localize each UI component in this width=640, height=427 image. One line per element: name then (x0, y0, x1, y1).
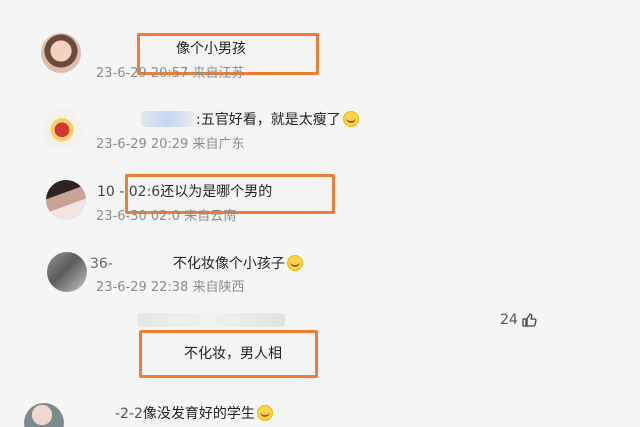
thumbs-up-icon[interactable] (521, 312, 537, 328)
comment-1-text: 像个小男孩 (176, 41, 246, 57)
user-avatar-1[interactable] (41, 33, 81, 73)
user-avatar-5[interactable] (24, 403, 64, 427)
laugh-emoji-icon (256, 405, 273, 421)
comment-5-prefix: -2-2 (115, 406, 143, 422)
comment-4-line: 36- 不化妆像个小孩子 (90, 255, 303, 273)
comment-4-prefix: 36- (90, 256, 113, 272)
comment-2-meta: 23-6-29 20:29 来自广东 (96, 137, 245, 152)
comment-thread-screenshot: 像个小男孩 23-6-29 20:57 来自江苏 :五官好看，就是太瘦了 23-… (0, 0, 640, 427)
comment-3-line: 10 - 02:6还以为是哪个男的 (97, 183, 272, 201)
comment-5-line: -2-2像没发育好的学生 (115, 405, 273, 423)
user-avatar-3[interactable] (46, 180, 86, 220)
blurred-username-2[interactable] (141, 111, 193, 127)
comment-4-text: 不化妆像个小孩子 (172, 256, 285, 272)
comment-3-prefix: 10 - 02:6 (97, 184, 161, 200)
comment-4-meta: 23-6-29 22:38 来自陕西 (96, 280, 245, 295)
comment-2-text: :五官好看，就是太瘦了 (196, 112, 341, 128)
laugh-emoji-icon (342, 111, 359, 127)
like-count: 24 (500, 312, 518, 328)
blurred-reply-header (137, 313, 285, 327)
laugh-emoji-icon (286, 255, 303, 271)
comment-3-text: 还以为是哪个男的 (160, 184, 273, 200)
comment-5-text: 像没发育好的学生 (142, 406, 255, 422)
comment-2-text-wrap: :五官好看，就是太瘦了 (196, 111, 359, 129)
comment-1-meta: 23-6-29 20:57 来自江苏 (96, 66, 245, 81)
user-avatar-2[interactable] (42, 109, 82, 149)
comment-3-meta: 23-6-30 02:0 来自云南 (96, 209, 237, 224)
user-avatar-4[interactable] (47, 252, 87, 292)
reply-text: 不化妆，男人相 (184, 346, 282, 362)
like-counter[interactable]: 24 (500, 312, 537, 328)
